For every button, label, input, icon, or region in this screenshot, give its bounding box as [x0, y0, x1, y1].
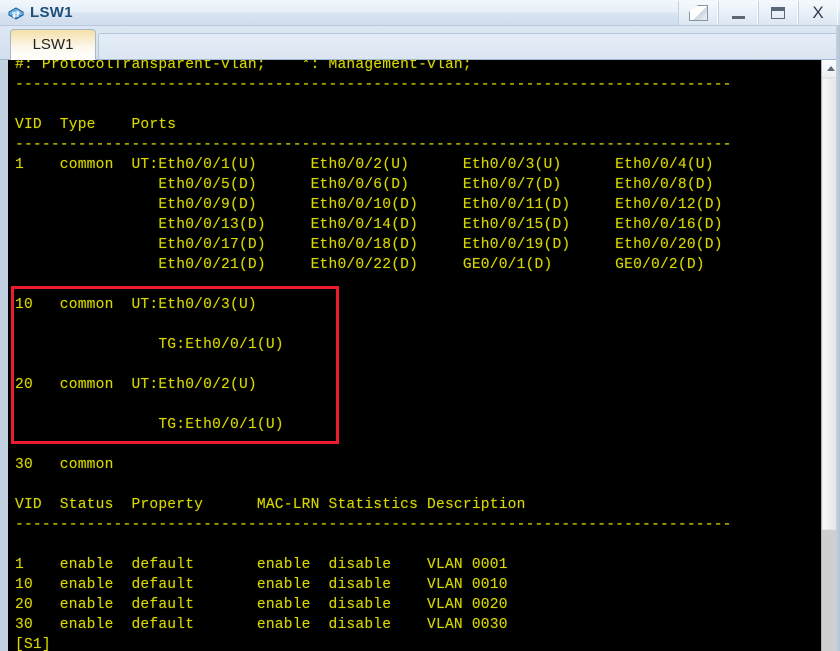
close-icon: X — [812, 3, 824, 22]
title-bar: LSW1 X — [0, 0, 840, 26]
close-button[interactable]: X — [798, 1, 838, 25]
tab-strip: LSW1 — [0, 26, 840, 60]
switch-icon — [6, 3, 26, 23]
restore-icon — [688, 5, 708, 21]
minimize-button[interactable] — [718, 1, 758, 25]
tab-lsw1[interactable]: LSW1 — [10, 29, 96, 60]
maximize-button[interactable] — [758, 1, 798, 25]
terminal-area: #: ProtocolTransparent-vlan; *: Manageme… — [0, 60, 840, 651]
restore-button[interactable] — [678, 1, 718, 25]
terminal-output: #: ProtocolTransparent-vlan; *: Manageme… — [15, 60, 732, 651]
tab-label: LSW1 — [32, 36, 74, 53]
application-window: LSW1 X LSW1 #: ProtocolTransparent-vlan;… — [0, 0, 840, 651]
window-controls: X — [678, 1, 838, 25]
window-title: LSW1 — [30, 3, 73, 21]
maximize-icon — [771, 7, 785, 19]
terminal-console[interactable]: #: ProtocolTransparent-vlan; *: Manageme… — [8, 60, 821, 651]
tab-strip-filler — [98, 33, 840, 59]
minimize-icon — [731, 15, 745, 19]
window-right-edge — [836, 26, 840, 651]
